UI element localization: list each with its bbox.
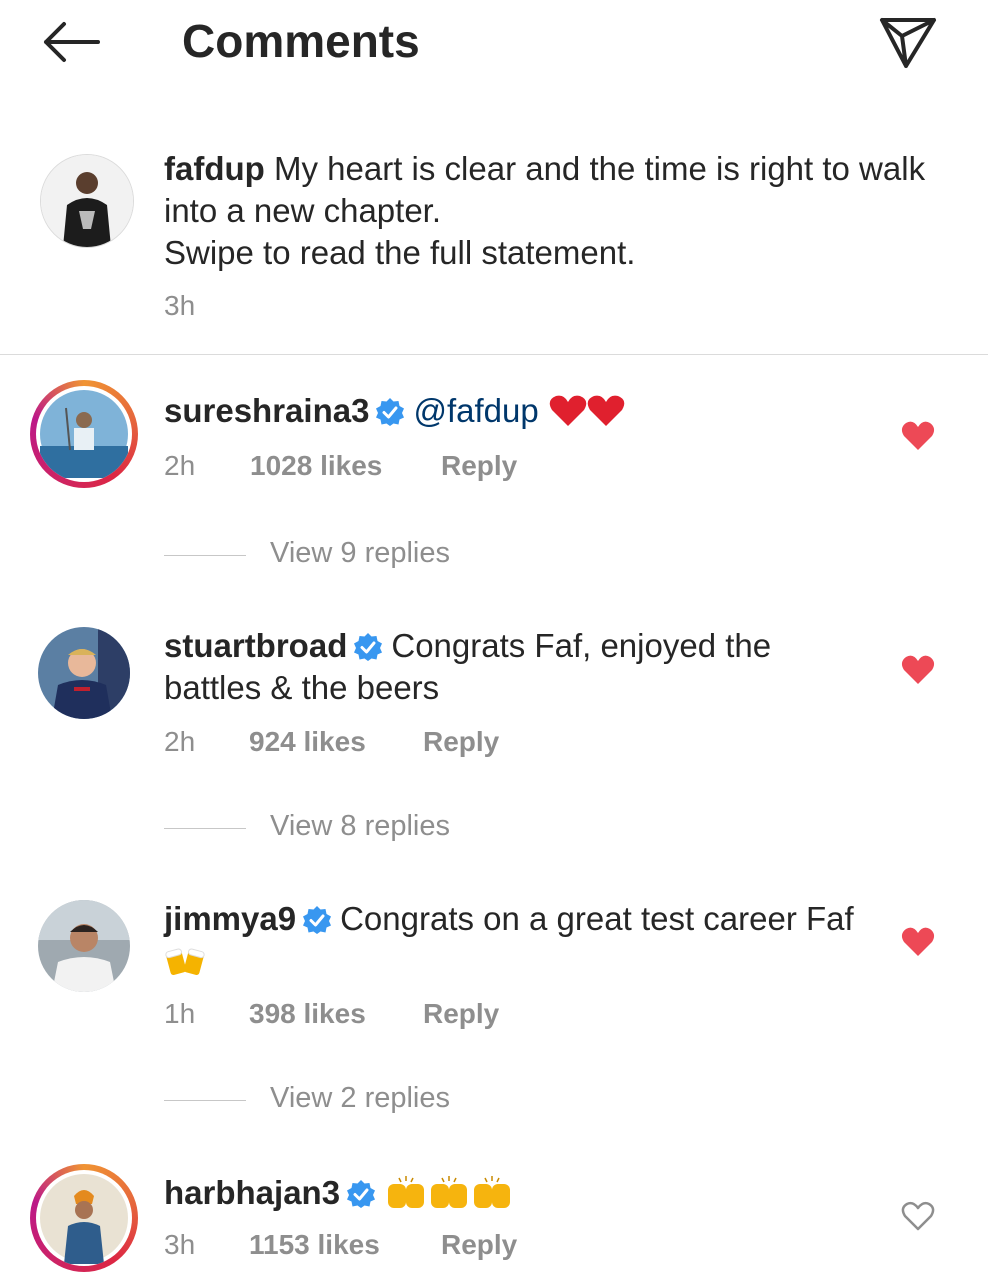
heart-filled-icon <box>901 655 935 684</box>
share-button[interactable] <box>876 14 940 70</box>
post-author-avatar[interactable] <box>40 154 134 248</box>
like-button[interactable] <box>900 1200 936 1232</box>
post-author-username[interactable]: fafdup <box>164 150 265 187</box>
replies-line <box>164 1100 246 1101</box>
post-time: 3h <box>164 290 196 321</box>
heart-filled-icon <box>901 421 935 450</box>
heart-filled-icon <box>901 927 935 956</box>
paper-plane-icon <box>880 18 936 68</box>
comment-likes[interactable]: 398 likes <box>249 998 366 1030</box>
comment-text: stuartbroad Congrats Faf, enjoyed the bat… <box>164 625 864 709</box>
comment-mention[interactable]: @fafdup <box>413 392 538 429</box>
comment-username[interactable]: jimmya9 <box>164 900 296 937</box>
clinking-beers-emoji <box>164 942 208 988</box>
comment-likes[interactable]: 1028 likes <box>250 450 382 482</box>
post-caption: fafdup My heart is clear and the time is… <box>164 148 954 274</box>
view-replies-label: View 8 replies <box>270 810 451 842</box>
raising-hands-emoji <box>384 1172 518 1220</box>
post-caption-text: My heart is clear and the time is right … <box>164 150 926 271</box>
replies-line <box>164 555 246 556</box>
verified-badge-icon <box>303 906 332 934</box>
top-bar: Comments <box>0 0 988 90</box>
like-button[interactable] <box>900 420 936 452</box>
hearts-emoji <box>548 392 628 438</box>
comment-avatar[interactable] <box>38 627 130 719</box>
arrow-left-icon <box>44 22 100 62</box>
comment-time: 3h <box>164 1229 196 1260</box>
reply-button[interactable]: Reply <box>441 1229 517 1261</box>
reply-button[interactable]: Reply <box>423 726 499 758</box>
divider <box>0 354 988 355</box>
like-button[interactable] <box>900 654 936 686</box>
verified-badge-icon <box>347 1180 376 1208</box>
comment-time: 1h <box>164 998 196 1029</box>
like-button[interactable] <box>900 926 936 958</box>
view-replies-label: View 9 replies <box>270 537 451 569</box>
comment-likes[interactable]: 924 likes <box>249 726 366 758</box>
back-button[interactable] <box>40 18 100 66</box>
comment-text: sureshraina3 @fafdup <box>164 390 864 438</box>
reply-button[interactable]: Reply <box>441 450 517 482</box>
comment-likes[interactable]: 1153 likes <box>249 1229 380 1261</box>
replies-line <box>164 828 246 829</box>
comment-text: jimmya9 Congrats on a great test career F… <box>164 898 864 988</box>
verified-badge-icon <box>354 633 383 661</box>
comment-text: harbhajan3 <box>164 1172 864 1220</box>
comment-time: 2h <box>164 450 196 481</box>
comment-avatar[interactable] <box>36 1170 132 1266</box>
comment-avatar[interactable] <box>36 386 132 482</box>
comment-time: 2h <box>164 726 196 757</box>
comment-body: Congrats on a great test career Faf <box>340 900 854 937</box>
view-replies-label: View 2 replies <box>270 1082 451 1114</box>
reply-button[interactable]: Reply <box>423 998 499 1030</box>
heart-outline-icon <box>901 1201 935 1231</box>
comment-username[interactable]: sureshraina3 <box>164 392 369 429</box>
comment-avatar[interactable] <box>38 900 130 992</box>
comment-username[interactable]: harbhajan3 <box>164 1174 340 1211</box>
verified-badge-icon <box>376 398 405 426</box>
comment-username[interactable]: stuartbroad <box>164 627 347 664</box>
page-title: Comments <box>182 15 420 67</box>
